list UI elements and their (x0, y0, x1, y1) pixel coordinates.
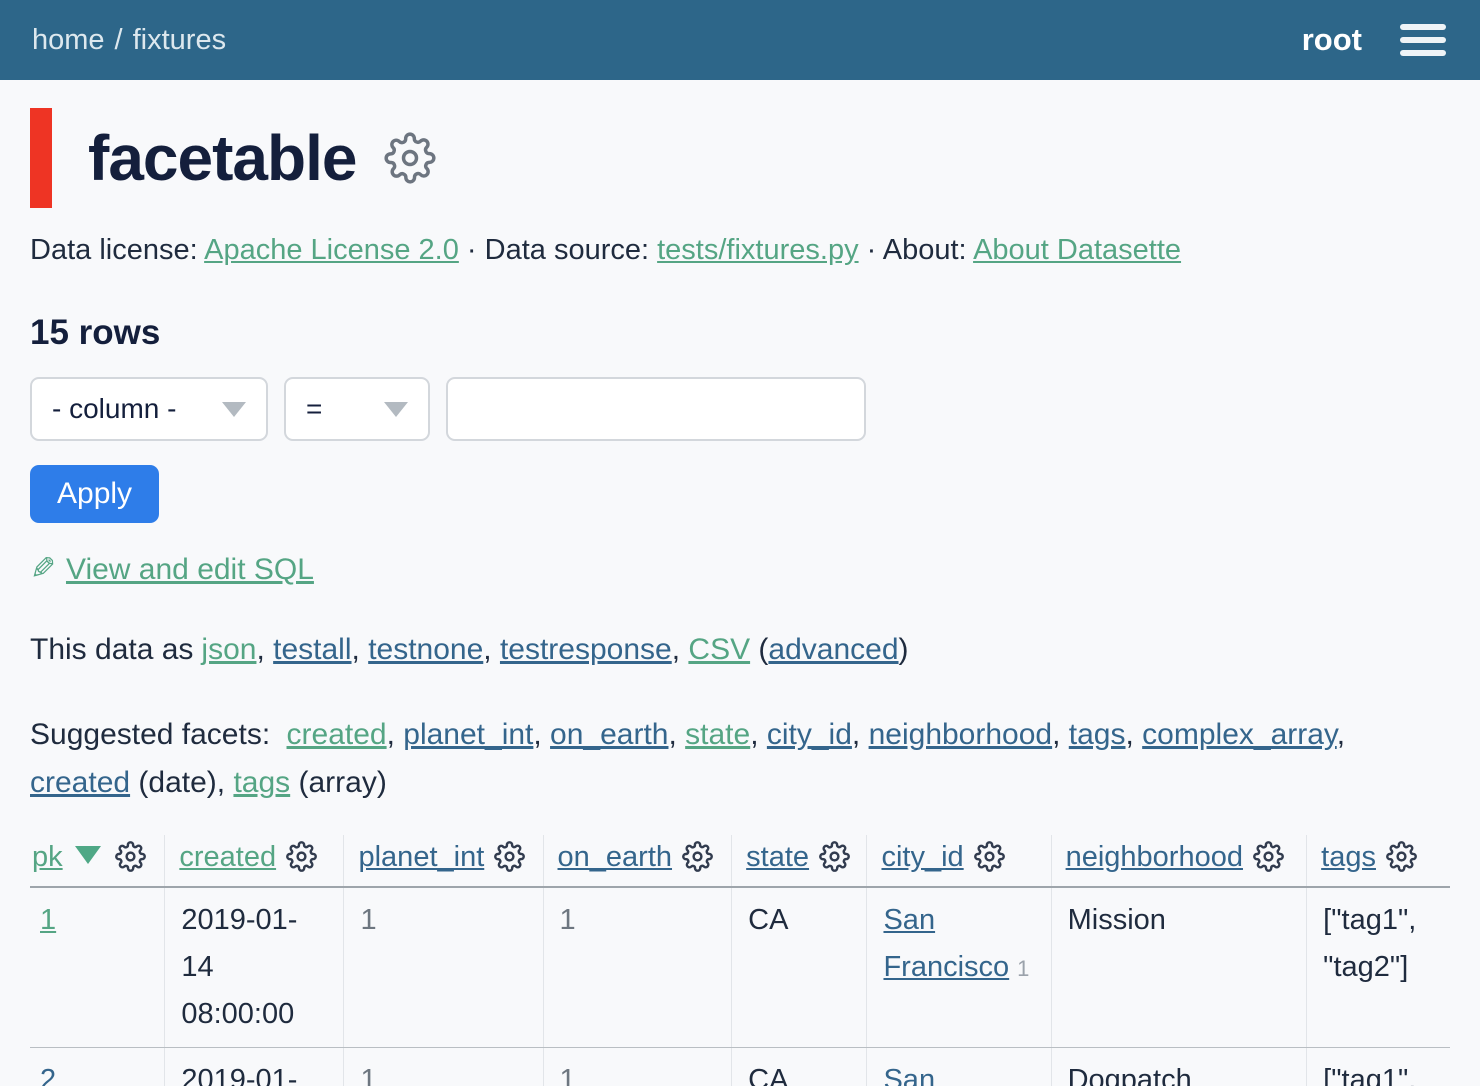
facet-link-planet-int[interactable]: planet_int (403, 718, 533, 751)
about-label: · About: (859, 234, 973, 266)
column-gear-icon[interactable] (286, 841, 317, 872)
filter-value-input[interactable] (446, 377, 866, 441)
column-gear-icon[interactable] (1386, 841, 1417, 872)
column-header-created-link[interactable]: created (179, 841, 276, 873)
operator-select[interactable]: = (284, 377, 430, 441)
column-header-state: state (732, 835, 867, 887)
column-header-tags: tags (1307, 835, 1450, 887)
breadcrumb-separator: / (115, 24, 123, 56)
facet-link-state[interactable]: state (685, 718, 750, 751)
rows-table: pk created planet_int on_earth state cit… (30, 835, 1450, 1086)
about-link[interactable]: About Datasette (973, 234, 1181, 266)
cell-created: 2019-01-14 08:00:00 (165, 1048, 344, 1086)
facet-link-complex-array[interactable]: complex_array (1142, 718, 1337, 751)
export-link-advanced[interactable]: advanced (768, 633, 898, 666)
facets-prefix: Suggested facets: (30, 718, 270, 751)
cell-planet-int: 1 (344, 1048, 543, 1086)
export-link-testnone[interactable]: testnone (368, 633, 483, 666)
column-select[interactable]: - column - (30, 377, 268, 441)
export-link-json[interactable]: json (201, 633, 256, 666)
column-header-pk: pk (30, 835, 165, 887)
column-header-on-earth-link[interactable]: on_earth (558, 841, 673, 873)
export-link-testresponse[interactable]: testresponse (500, 633, 672, 666)
cell-tags: ["tag1", "tag3"] (1307, 1048, 1450, 1086)
source-label: · Data source: (459, 234, 657, 266)
apply-button[interactable]: Apply (30, 465, 159, 523)
chevron-down-icon (222, 402, 246, 417)
top-bar: home / fixtures root (0, 0, 1480, 80)
column-gear-icon[interactable] (682, 841, 713, 872)
export-link-testall[interactable]: testall (273, 633, 351, 666)
view-edit-sql-link[interactable]: View and edit SQL (66, 553, 314, 586)
cell-pk: 1 (30, 887, 165, 1048)
column-header-tags-link[interactable]: tags (1321, 841, 1376, 873)
cell-pk: 2 (30, 1048, 165, 1086)
column-header-city-id: city_id (867, 835, 1051, 887)
column-header-on-earth: on_earth (543, 835, 732, 887)
column-header-neighborhood-link[interactable]: neighborhood (1066, 841, 1243, 873)
export-link-csv[interactable]: CSV (688, 633, 750, 666)
cell-tags: ["tag1", "tag2"] (1307, 887, 1450, 1048)
row-count: 15 rows (30, 313, 1450, 353)
table-row: 2 2019-01-14 08:00:00 1 1 CA San Francis… (30, 1048, 1450, 1086)
cell-neighborhood: Mission (1051, 887, 1307, 1048)
hamburger-menu-icon[interactable] (1398, 20, 1448, 60)
breadcrumb-database-link[interactable]: fixtures (133, 24, 226, 56)
license-link[interactable]: Apache License 2.0 (204, 234, 459, 266)
cell-neighborhood: Dogpatch (1051, 1048, 1307, 1086)
column-gear-icon[interactable] (494, 841, 525, 872)
filter-form: - column - = (30, 377, 1450, 441)
pk-link[interactable]: 2 (40, 1064, 56, 1086)
column-header-planet-int: planet_int (344, 835, 543, 887)
column-gear-icon[interactable] (819, 841, 850, 872)
title-accent-bar (30, 108, 52, 208)
city-id-count: 1 (1017, 956, 1029, 981)
column-header-state-link[interactable]: state (746, 841, 809, 873)
column-header-created: created (165, 835, 344, 887)
column-header-pk-link[interactable]: pk (32, 841, 63, 873)
pencil-icon: ✎ (30, 551, 56, 587)
metadata-line: Data license: Apache License 2.0 · Data … (30, 234, 1450, 267)
breadcrumb: home / fixtures (32, 24, 226, 57)
cell-on-earth: 1 (543, 1048, 732, 1086)
cell-city-id: San Francisco1 (867, 1048, 1051, 1086)
chevron-down-icon (384, 402, 408, 417)
cell-created: 2019-01-14 08:00:00 (165, 887, 344, 1048)
table-actions-gear-icon[interactable] (384, 132, 436, 184)
facet-link-neighborhood[interactable]: neighborhood (869, 718, 1053, 751)
facet-link-tags[interactable]: tags (1069, 718, 1126, 751)
city-link[interactable]: San Francisco (883, 904, 1009, 983)
column-header-planet-int-link[interactable]: planet_int (358, 841, 484, 873)
column-header-city-id-link[interactable]: city_id (881, 841, 963, 873)
column-gear-icon[interactable] (1253, 841, 1284, 872)
user-menu[interactable]: root (1302, 22, 1362, 58)
breadcrumb-home-link[interactable]: home (32, 24, 105, 56)
column-select-value: - column - (52, 393, 176, 425)
export-prefix: This data as (30, 633, 193, 666)
suggested-facets: Suggested facets: created, planet_int, o… (30, 711, 1452, 807)
operator-select-value: = (306, 393, 322, 425)
cell-state: CA (732, 887, 867, 1048)
page-title: facetable (88, 121, 356, 195)
pk-link[interactable]: 1 (40, 904, 56, 936)
license-label: Data license: (30, 234, 204, 266)
column-gear-icon[interactable] (974, 841, 1005, 872)
cell-on-earth: 1 (543, 887, 732, 1048)
cell-planet-int: 1 (344, 887, 543, 1048)
cell-state: CA (732, 1048, 867, 1086)
export-links: This data asjson, testall, testnone, tes… (30, 633, 1450, 667)
table-row: 1 2019-01-14 08:00:00 1 1 CA San Francis… (30, 887, 1450, 1048)
column-gear-icon[interactable] (115, 841, 146, 872)
facet-link-created-date[interactable]: created (30, 766, 130, 799)
facet-link-city-id[interactable]: city_id (767, 718, 852, 751)
city-link[interactable]: San Francisco (883, 1064, 1009, 1086)
facet-link-created[interactable]: created (287, 718, 387, 751)
facet-link-tags-array[interactable]: tags (233, 766, 290, 799)
cell-city-id: San Francisco 1 (867, 887, 1051, 1048)
column-header-neighborhood: neighborhood (1051, 835, 1307, 887)
source-link[interactable]: tests/fixtures.py (657, 234, 858, 266)
facet-link-on-earth[interactable]: on_earth (550, 718, 668, 751)
sort-desc-icon (75, 846, 101, 864)
table-header-row: pk created planet_int on_earth state cit… (30, 835, 1450, 887)
